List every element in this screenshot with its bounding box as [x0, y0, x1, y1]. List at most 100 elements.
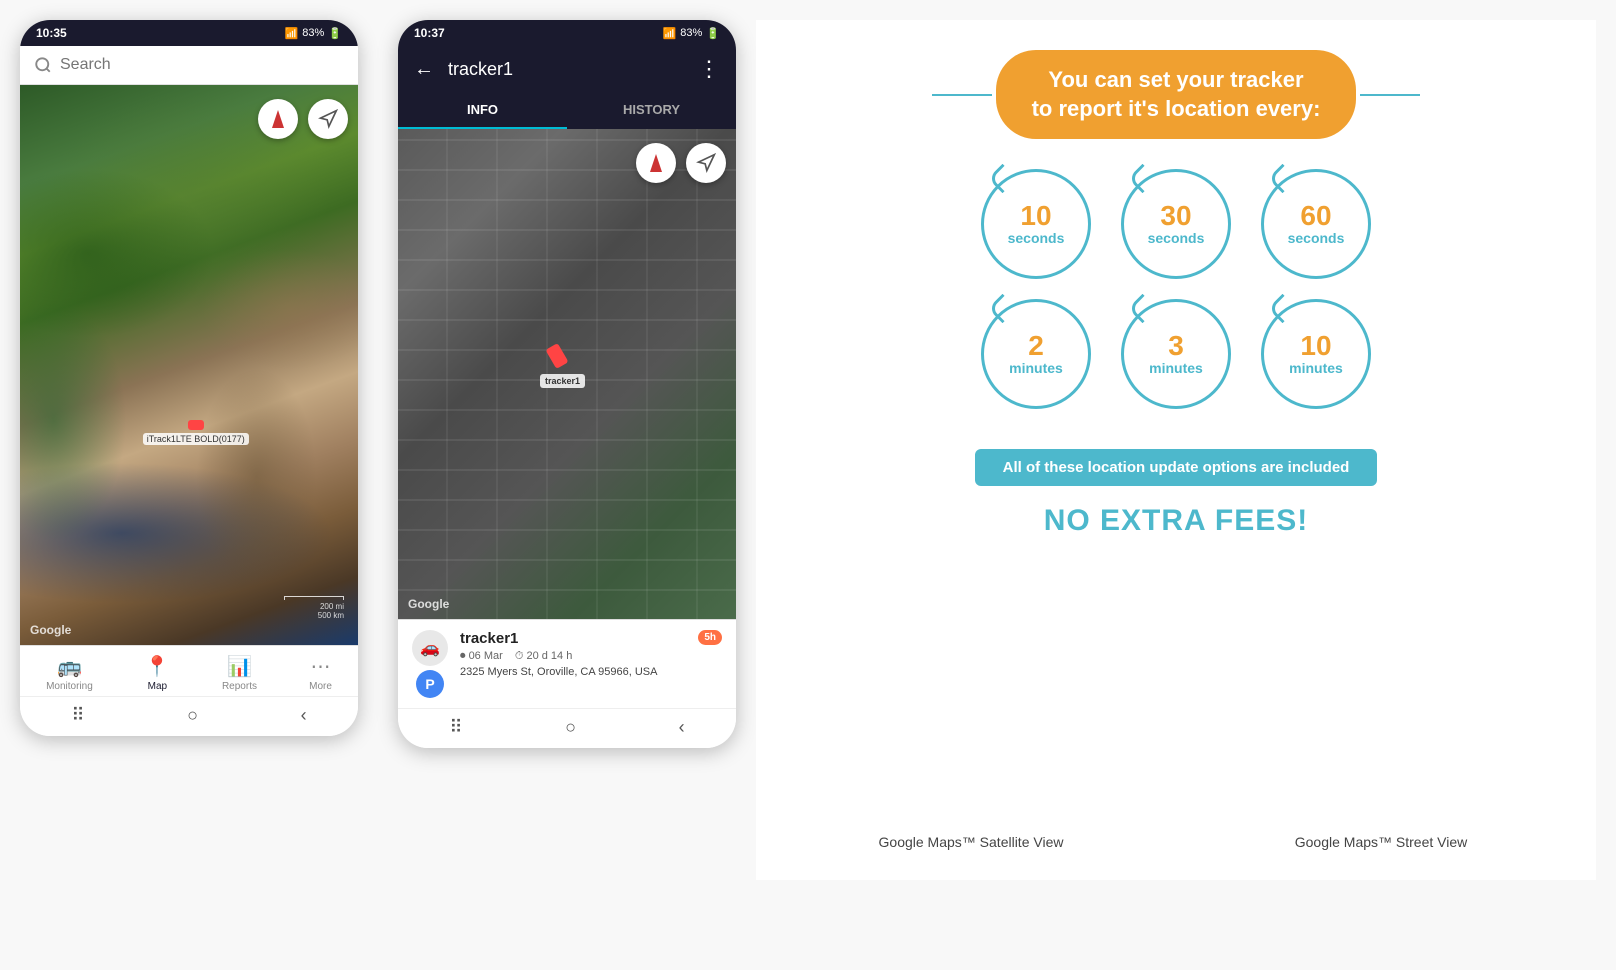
more-options-button[interactable]: ⋮	[698, 56, 720, 82]
tracker-p-circle: P	[416, 670, 444, 698]
scale-500km: 500 km	[318, 611, 344, 620]
tracker-meta-row: ⏺ 06 Mar ⏱ 20 d 14 h	[460, 650, 686, 663]
android-nav-2: ⠿ ○ ‹	[398, 708, 736, 748]
google-watermark-1: Google	[30, 623, 71, 637]
no-fees-text: NO EXTRA FEES!	[1044, 504, 1309, 538]
phone-tracker: 10:37 📶 83% 🔋 ← tracker1 ⋮ INFO HISTORY …	[398, 20, 736, 748]
back-button[interactable]: ←	[414, 58, 434, 81]
nav-reports[interactable]: 📊 Reports	[222, 654, 257, 692]
nav-monitoring-label: Monitoring	[46, 681, 93, 692]
tracker-info-text: tracker1 ⏺ 06 Mar ⏱ 20 d 14 h 2325 Myers…	[460, 630, 686, 678]
circle-num-5: 10	[1300, 332, 1331, 360]
search-input[interactable]	[60, 56, 344, 74]
captions-row: Google Maps™ Satellite View Google Maps™…	[776, 798, 1576, 850]
included-banner: All of these location update options are…	[975, 449, 1378, 486]
circle-2min: 2 minutes	[981, 299, 1091, 409]
caption-satellite: Google Maps™ Satellite View	[776, 828, 1166, 850]
tracker-tabs: INFO HISTORY	[398, 92, 736, 129]
status-time-2: 10:37	[414, 26, 445, 40]
status-icons-1: 📶 83% 🔋	[285, 27, 342, 40]
tracker-info-name: tracker1	[460, 630, 686, 647]
tracker-car-icon	[188, 420, 204, 430]
tracker-icons: 🚗 P	[412, 630, 448, 698]
circle-unit-3: minutes	[1009, 360, 1063, 376]
circle-num-3: 2	[1028, 332, 1044, 360]
circle-unit-2: seconds	[1288, 230, 1345, 246]
tracker-label-1: iTrack1LTE BOLD(0177)	[143, 433, 249, 445]
battery-1: 83%	[302, 27, 324, 39]
circle-num-2: 60	[1300, 202, 1331, 230]
map-satellite-view[interactable]: iTrack1LTE BOLD(0177) Google 200 mi 500 …	[20, 85, 358, 645]
tracker-pin-1: iTrack1LTE BOLD(0177)	[143, 420, 249, 445]
compass-button-2[interactable]	[636, 143, 676, 183]
android-back-btn-2[interactable]: ‹	[679, 717, 685, 738]
circle-num-1: 30	[1160, 202, 1191, 230]
circle-num-0: 10	[1020, 202, 1051, 230]
nav-monitoring[interactable]: 🚌 Monitoring	[46, 654, 93, 692]
nav-more[interactable]: ⋯ More	[309, 654, 332, 692]
more-icon: ⋯	[311, 654, 331, 679]
scale-200mi: 200 mi	[320, 602, 344, 611]
battery-2: 83%	[680, 27, 702, 39]
circle-unit-0: seconds	[1008, 230, 1065, 246]
tracker-top-bar: ← tracker1 ⋮	[398, 46, 736, 92]
location-icon-1	[318, 109, 338, 129]
circle-unit-1: seconds	[1148, 230, 1205, 246]
location-button-1[interactable]	[308, 99, 348, 139]
tracker-car-icon-circle: 🚗	[412, 630, 448, 666]
status-icons-2: 📶 83% 🔋	[663, 27, 720, 40]
android-home-btn-2[interactable]: ○	[565, 717, 576, 738]
status-time-1: 10:35	[36, 26, 67, 40]
caption-street: Google Maps™ Street View	[1186, 828, 1576, 850]
tab-info[interactable]: INFO	[398, 92, 567, 129]
headline-box: You can set your tracker to report it's …	[996, 50, 1357, 139]
search-bar[interactable]	[20, 46, 358, 85]
scale-bar-1: 200 mi 500 km	[284, 596, 344, 620]
circles-row-1: 10 seconds 30 seconds 60 seconds	[981, 169, 1371, 279]
nav-more-label: More	[309, 681, 332, 692]
circle-10sec: 10 seconds	[981, 169, 1091, 279]
circle-unit-5: minutes	[1289, 360, 1343, 376]
status-bar-1: 10:35 📶 83% 🔋	[20, 20, 358, 46]
nav-map[interactable]: 📍 Map	[145, 654, 170, 692]
circle-30sec: 30 seconds	[1121, 169, 1231, 279]
time-badge: 5h	[698, 630, 722, 645]
compass-arrow-2	[650, 154, 662, 172]
wifi-icon-1: 📶	[285, 27, 299, 40]
android-menu-btn-2[interactable]: ⠿	[449, 717, 462, 738]
tracker-date: ⏺ 06 Mar	[460, 650, 503, 663]
google-watermark-2: Google	[408, 597, 449, 611]
compass-arrow-1	[272, 110, 284, 128]
nav-reports-label: Reports	[222, 681, 257, 692]
circles-row-2: 2 minutes 3 minutes 10 minutes	[981, 299, 1371, 409]
battery-icon-1: 🔋	[328, 27, 342, 40]
map-icon: 📍	[145, 654, 170, 679]
info-graphic-panel: You can set your tracker to report it's …	[756, 20, 1596, 880]
android-menu-btn[interactable]: ⠿	[71, 705, 84, 726]
reports-icon: 📊	[227, 654, 252, 679]
tracker-car-aerial	[546, 343, 569, 369]
tracker-address: 2325 Myers St, Oroville, CA 95966, USA	[460, 666, 686, 678]
headline-text: You can set your tracker to report it's …	[1032, 66, 1321, 123]
tab-history[interactable]: HISTORY	[567, 92, 736, 129]
bottom-nav-1: 🚌 Monitoring 📍 Map 📊 Reports ⋯ More	[20, 645, 358, 696]
circle-num-4: 3	[1168, 332, 1184, 360]
status-bar-2: 10:37 📶 83% 🔋	[398, 20, 736, 46]
map-aerial-view[interactable]: tracker1 Google	[398, 129, 736, 619]
android-nav-1: ⠿ ○ ‹	[20, 696, 358, 736]
aerial-tracker-label: tracker1	[540, 374, 585, 388]
nav-map-label: Map	[148, 681, 167, 692]
android-home-btn[interactable]: ○	[187, 705, 198, 726]
phone-satellite: 10:35 📶 83% 🔋 iTrack1LTE BOLD(0177) Goog…	[20, 20, 358, 736]
circle-60sec: 60 seconds	[1261, 169, 1371, 279]
android-back-btn[interactable]: ‹	[301, 705, 307, 726]
location-button-2[interactable]	[686, 143, 726, 183]
battery-icon-2: 🔋	[706, 27, 720, 40]
compass-button-1[interactable]	[258, 99, 298, 139]
wifi-icon-2: 📶	[663, 27, 677, 40]
tracker-title: tracker1	[448, 59, 684, 80]
tracker-duration: ⏱ 20 d 14 h	[515, 650, 573, 663]
monitoring-icon: 🚌	[57, 654, 82, 679]
circle-unit-4: minutes	[1149, 360, 1203, 376]
location-icon-2	[696, 153, 716, 173]
